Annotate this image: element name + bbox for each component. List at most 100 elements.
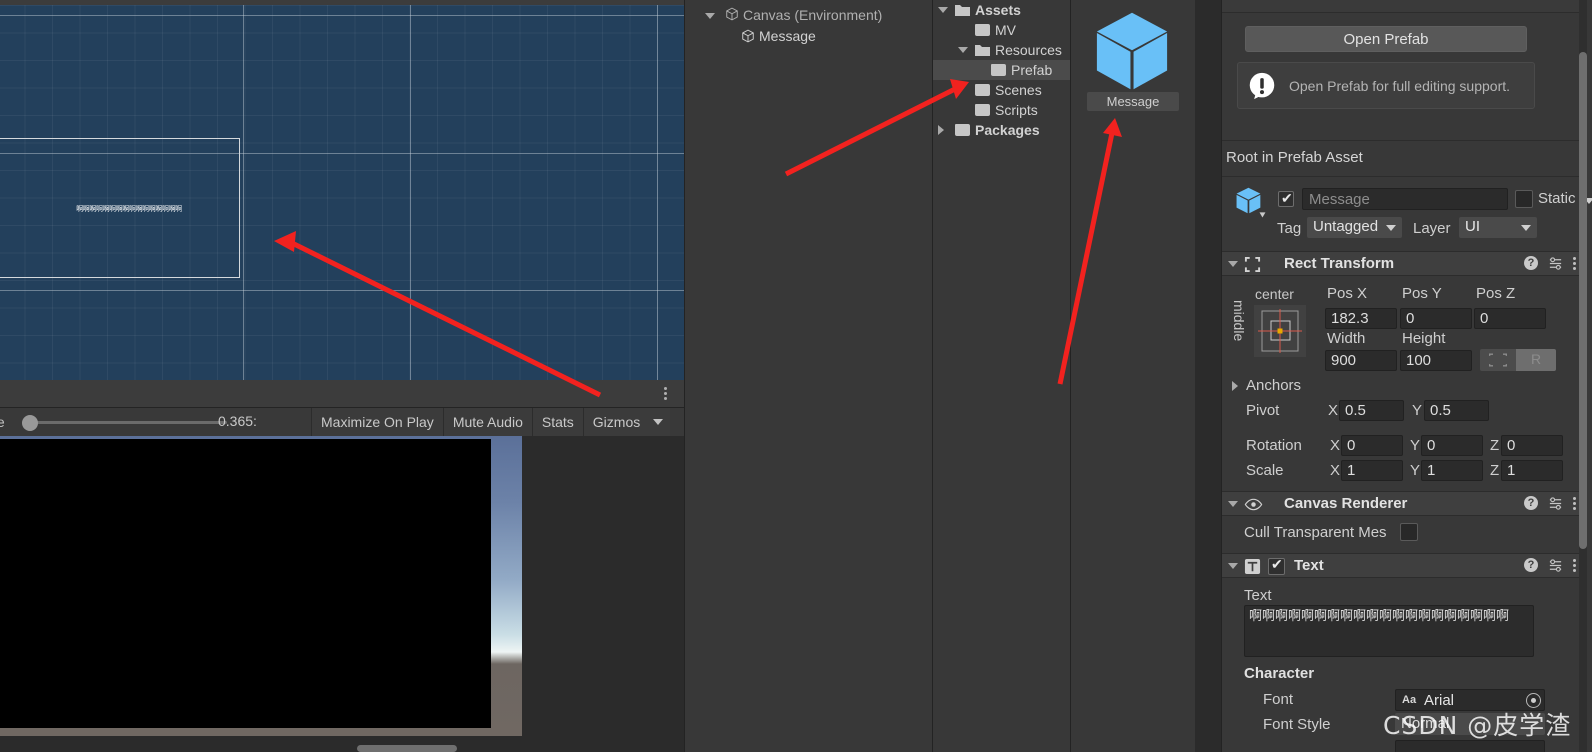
game-horizontal-scrollbar[interactable] (357, 745, 457, 752)
rotation-y-field[interactable]: 0 (1421, 435, 1483, 456)
asset-preview-panel[interactable]: Message (1070, 0, 1195, 752)
scale-y-field[interactable]: 1 (1421, 460, 1483, 481)
watermark: CSDN @皮学渣 (1383, 711, 1572, 740)
component-menu-icon[interactable] (1573, 557, 1577, 573)
blueprint-icon (1489, 353, 1507, 367)
gameobject-name-input[interactable]: Message (1302, 188, 1508, 210)
raw-edit-mode-button[interactable]: R (1516, 349, 1556, 371)
rotation-z-field[interactable]: 0 (1501, 435, 1563, 456)
scene-grid-major-line (0, 290, 684, 291)
inspector-divider (1222, 140, 1585, 141)
chevron-down-icon[interactable] (1386, 225, 1396, 231)
maximize-on-play-button[interactable]: Maximize On Play (311, 408, 443, 436)
cube-outline-icon (742, 29, 754, 43)
pivot-y-field[interactable]: 0.5 (1424, 400, 1489, 421)
game-view-toolbar[interactable]: ale 0.365: Maximize On Play Mute Audio S… (0, 408, 684, 436)
hierarchy-item-canvas[interactable]: Canvas (Environment) (685, 5, 932, 25)
project-item[interactable]: Packages (933, 120, 1070, 140)
chevron-right-icon[interactable] (1232, 381, 1238, 391)
text-component-enabled-checkbox[interactable]: ✔ (1268, 556, 1285, 575)
static-label: Static (1538, 190, 1576, 207)
chevron-right-icon[interactable] (938, 125, 944, 135)
pos-z-label: Pos Z (1476, 285, 1516, 302)
pos-y-label: Pos Y (1402, 285, 1442, 302)
project-item[interactable]: Resources (933, 40, 1070, 60)
scale-label: Scale (1246, 462, 1284, 479)
scale-slider-knob[interactable] (22, 415, 38, 431)
gizmos-dropdown-button[interactable] (649, 408, 671, 436)
inspector-scrollbar-thumb[interactable] (1579, 52, 1587, 549)
text-component-header[interactable]: ✔ Text ? (1222, 553, 1585, 578)
project-item-label: Scenes (995, 82, 1042, 98)
hierarchy-item-message[interactable]: Message (685, 26, 932, 46)
game-view-panel[interactable]: ale 0.365: Maximize On Play Mute Audio S… (0, 380, 684, 752)
rotation-x-field[interactable]: 0 (1341, 435, 1403, 456)
chevron-down-icon[interactable] (1228, 261, 1238, 267)
static-checkbox[interactable] (1515, 190, 1533, 208)
chevron-down-icon[interactable] (1228, 563, 1238, 569)
component-menu-icon[interactable] (1573, 495, 1577, 511)
chevron-down-icon[interactable] (938, 7, 948, 13)
prefab-cube-icon[interactable] (1093, 10, 1171, 92)
chevron-down-icon[interactable] (1228, 501, 1238, 507)
project-item[interactable]: Prefab (933, 60, 1070, 80)
gizmos-button[interactable]: Gizmos (582, 408, 650, 436)
rect-transform-icon (1244, 256, 1261, 273)
canvas-renderer-header[interactable]: Canvas Renderer ? (1222, 491, 1585, 516)
tag-label: Tag (1277, 220, 1302, 237)
game-view-menu-icon[interactable] (656, 385, 674, 403)
pos-x-field[interactable]: 182.3 (1325, 308, 1397, 329)
help-icon[interactable]: ? (1524, 558, 1538, 572)
scale-value: 0.365: (218, 413, 257, 429)
cube-outline-icon (726, 7, 738, 21)
component-title: Text (1294, 557, 1324, 574)
help-icon[interactable]: ? (1524, 496, 1538, 510)
rect-transform-header[interactable]: Rect Transform ? (1222, 251, 1585, 276)
project-item[interactable]: MV (933, 20, 1070, 40)
preset-icon[interactable] (1548, 256, 1563, 271)
open-prefab-button[interactable]: Open Prefab (1245, 26, 1527, 52)
prefab-help-box: Open Prefab for full editing support. (1237, 62, 1535, 109)
chevron-down-icon[interactable] (705, 13, 715, 19)
preset-icon[interactable] (1548, 558, 1563, 573)
project-item-label: Assets (975, 2, 1021, 18)
help-icon[interactable]: ? (1524, 256, 1538, 270)
cull-transparent-mesh-checkbox[interactable] (1400, 523, 1418, 541)
inspector-divider (1222, 12, 1585, 13)
project-panel[interactable]: Assets MV Resources Prefab Scenes Scripts Pack… (932, 0, 1070, 752)
folder-icon (975, 24, 990, 36)
panel-gutter (1195, 0, 1221, 752)
blueprint-mode-button[interactable] (1480, 349, 1516, 371)
project-item[interactable]: Scenes (933, 80, 1070, 100)
scale-slider-track[interactable] (22, 421, 227, 424)
text-component-icon (1244, 558, 1261, 575)
mute-audio-button[interactable]: Mute Audio (442, 408, 532, 436)
height-field[interactable]: 100 (1400, 350, 1472, 371)
hierarchy-panel[interactable]: Canvas (Environment) Message (684, 0, 932, 752)
font-label: Font (1263, 691, 1294, 708)
pos-y-field[interactable]: 0 (1400, 308, 1472, 329)
gameobject-enabled-checkbox[interactable]: ✔ (1278, 190, 1294, 207)
component-title: Canvas Renderer (1284, 495, 1408, 512)
anchor-preset-button[interactable] (1254, 305, 1306, 357)
stats-button[interactable]: Stats (531, 408, 583, 436)
project-item[interactable]: Scripts (933, 100, 1070, 120)
game-view-render-area (0, 436, 684, 752)
anchor-preset-icon (1258, 309, 1302, 353)
scene-view[interactable]: 啊啊啊啊啊啊啊啊啊啊啊啊啊啊啊啊 (0, 0, 684, 380)
chevron-down-icon[interactable] (958, 47, 968, 53)
chevron-down-icon[interactable] (1521, 225, 1531, 231)
pos-z-field[interactable]: 0 (1474, 308, 1546, 329)
width-field[interactable]: 900 (1325, 350, 1397, 371)
preset-icon[interactable] (1548, 496, 1563, 511)
text-value-textarea[interactable]: 啊啊啊啊啊啊啊啊啊啊啊啊啊啊啊啊啊啊啊啊 (1244, 605, 1534, 657)
inspector-panel[interactable]: Open Prefab Open Prefab for full editing… (1221, 0, 1592, 752)
pivot-x-field[interactable]: 0.5 (1339, 400, 1404, 421)
scale-z-field[interactable]: 1 (1501, 460, 1563, 481)
rotation-label: Rotation (1246, 437, 1302, 454)
prefab-help-text: Open Prefab for full editing support. (1289, 77, 1511, 94)
scale-x-field[interactable]: 1 (1341, 460, 1403, 481)
component-menu-icon[interactable] (1573, 255, 1577, 271)
rot-z-axis: Z (1490, 437, 1500, 454)
project-item[interactable]: Assets (933, 0, 1070, 20)
